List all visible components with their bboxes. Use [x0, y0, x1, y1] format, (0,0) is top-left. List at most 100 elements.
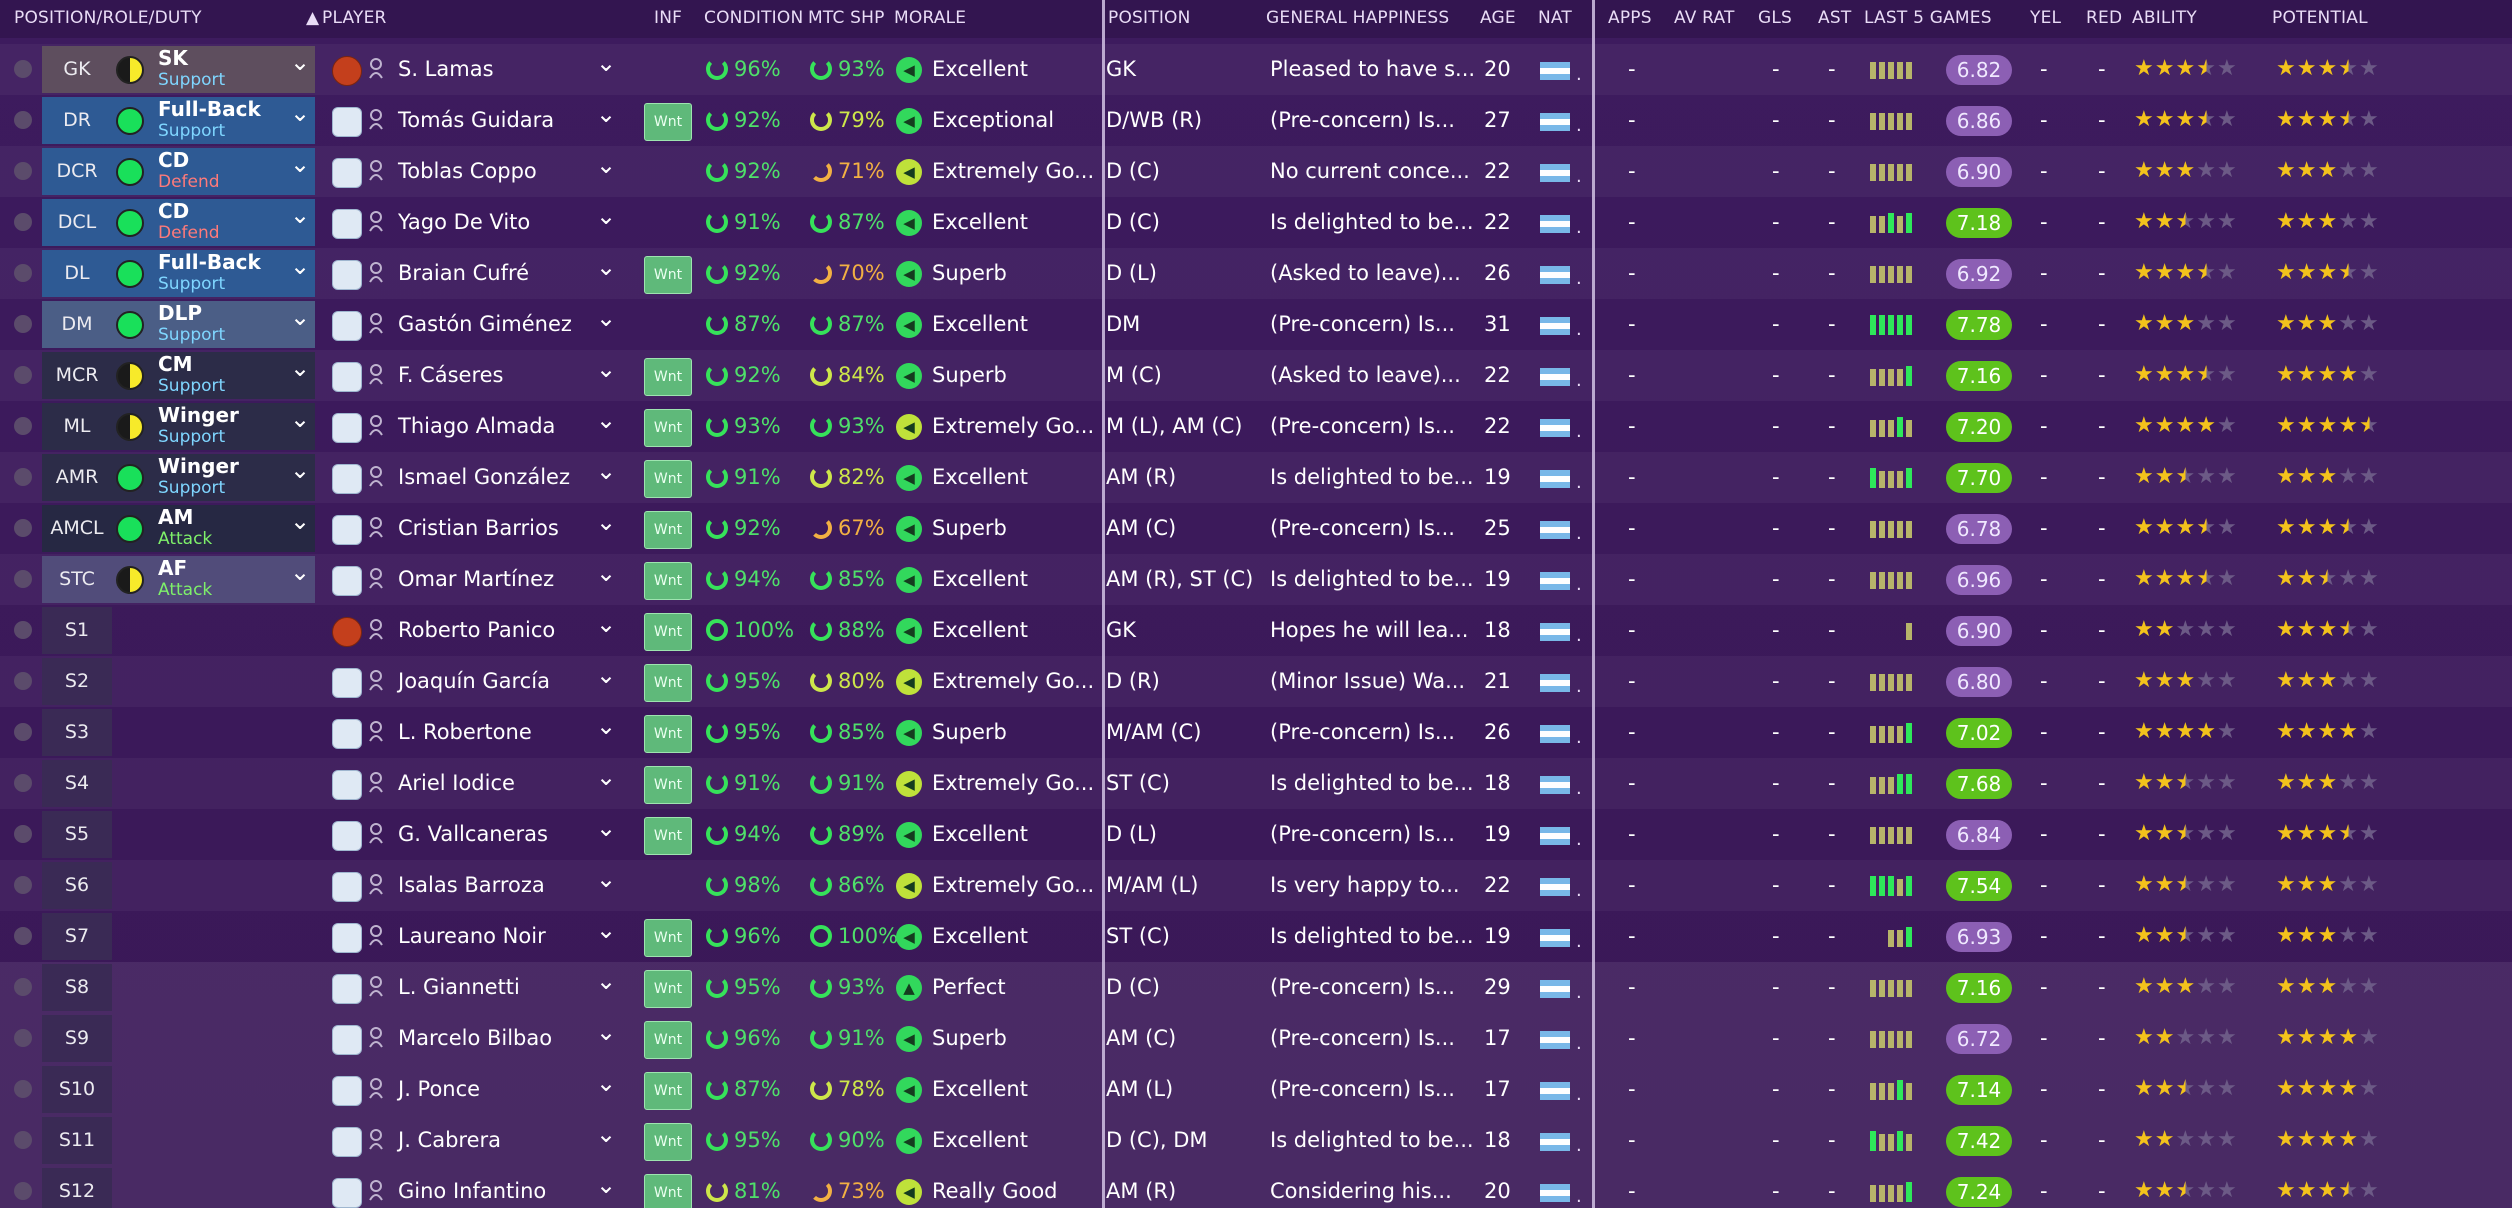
table-row[interactable]: S2 Joaquín García ⌄ Wnt 95% 80% ◀ Extremely Go.… [0, 656, 2512, 707]
table-row[interactable]: S7 Laureano Noir ⌄ Wnt 96% 100% ◀ Excellent ST (… [0, 911, 2512, 962]
player-name[interactable]: Gino Infantino [398, 1166, 546, 1208]
lock-icon[interactable] [14, 162, 32, 180]
player-name[interactable]: G. Vallcaneras [398, 809, 548, 860]
general-happiness[interactable]: (Asked to leave)... [1270, 248, 1461, 299]
chevron-down-icon[interactable]: ⌄ [290, 48, 310, 76]
table-row[interactable]: AMCL AM Attack ⌄ Cristian Barrios ⌄ Wnt 92% 67% ◀… [0, 503, 2512, 554]
table-row[interactable]: DM DLP Support ⌄ Gastón Giménez ⌄ 87% 87% ◀ Excel… [0, 299, 2512, 350]
chevron-down-icon[interactable]: ⌄ [596, 38, 616, 89]
chevron-down-icon[interactable]: ⌄ [290, 558, 310, 586]
player-name[interactable]: Tomás Guidara [398, 95, 554, 146]
table-row[interactable]: S1 Roberto Panico ⌄ Wnt 100% 88% ◀ Excellent GK H… [0, 605, 2512, 656]
position-cell[interactable]: S2 [42, 658, 112, 705]
col-inf[interactable]: INF [654, 8, 682, 28]
role-duty-selector[interactable] [112, 964, 315, 1011]
role-duty-selector[interactable] [112, 607, 315, 654]
chevron-down-icon[interactable]: ⌄ [290, 405, 310, 433]
general-happiness[interactable]: (Minor Issue) Wa... [1270, 656, 1465, 707]
table-row[interactable]: S10 J. Ponce ⌄ Wnt 87% 78% ◀ Excellent AM (L) (Pr… [0, 1064, 2512, 1115]
player-name[interactable]: Gastón Giménez [398, 299, 572, 350]
position-cell[interactable]: DL [42, 250, 112, 297]
role-duty-selector[interactable] [112, 913, 315, 960]
role-duty-selector[interactable] [112, 709, 315, 756]
position-cell[interactable]: S3 [42, 709, 112, 756]
chevron-down-icon[interactable]: ⌄ [290, 507, 310, 535]
lock-icon[interactable] [14, 570, 32, 588]
chevron-down-icon[interactable]: ⌄ [290, 99, 310, 127]
col-condition[interactable]: CONDITION [704, 8, 803, 28]
player-name[interactable]: Cristian Barrios [398, 503, 559, 554]
chevron-down-icon[interactable]: ⌄ [596, 650, 616, 701]
col-morale[interactable]: MORALE [894, 8, 966, 28]
position-cell[interactable]: S10 [42, 1066, 112, 1113]
role-duty-selector[interactable]: CM Support ⌄ [112, 352, 315, 399]
table-row[interactable]: DR Full-Back Support ⌄ Tomás Guidara ⌄ Wnt 92% 7… [0, 95, 2512, 146]
general-happiness[interactable]: (Asked to leave)... [1270, 350, 1461, 401]
general-happiness[interactable]: Is delighted to be... [1270, 197, 1474, 248]
position-cell[interactable]: DCL [42, 199, 112, 246]
chevron-down-icon[interactable]: ⌄ [596, 956, 616, 1007]
player-name[interactable]: F. Cáseres [398, 350, 503, 401]
player-name[interactable]: Marcelo Bilbao [398, 1013, 552, 1064]
chevron-down-icon[interactable]: ⌄ [596, 242, 616, 293]
chevron-down-icon[interactable]: ⌄ [290, 456, 310, 484]
general-happiness[interactable]: Pleased to have s... [1270, 44, 1475, 95]
table-row[interactable]: S5 G. Vallcaneras ⌄ Wnt 94% 89% ◀ Excellent D (L… [0, 809, 2512, 860]
chevron-down-icon[interactable]: ⌄ [596, 140, 616, 191]
role-duty-selector[interactable]: SK Support ⌄ [112, 46, 315, 93]
chevron-down-icon[interactable]: ⌄ [290, 201, 310, 229]
table-row[interactable]: STC AF Attack ⌄ Omar Martínez ⌄ Wnt 94% 85% ◀ Exce… [0, 554, 2512, 605]
role-duty-selector[interactable] [112, 1168, 315, 1208]
lock-icon[interactable] [14, 1182, 32, 1200]
lock-icon[interactable] [14, 978, 32, 996]
player-name[interactable]: Joaquín García [398, 656, 550, 707]
lock-icon[interactable] [14, 60, 32, 78]
role-duty-selector[interactable]: DLP Support ⌄ [112, 301, 315, 348]
chevron-down-icon[interactable]: ⌄ [290, 303, 310, 331]
player-name[interactable]: Braian Cufré [398, 248, 529, 299]
lock-icon[interactable] [14, 519, 32, 537]
chevron-down-icon[interactable]: ⌄ [596, 1058, 616, 1109]
table-row[interactable]: DCR CD Defend ⌄ Toblas Coppo ⌄ 92% 71% ◀ Extremel… [0, 146, 2512, 197]
chevron-down-icon[interactable]: ⌄ [596, 191, 616, 242]
general-happiness[interactable]: (Pre-concern) Is... [1270, 1013, 1455, 1064]
chevron-down-icon[interactable]: ⌄ [596, 548, 616, 599]
chevron-down-icon[interactable]: ⌄ [596, 701, 616, 752]
position-cell[interactable]: MCR [42, 352, 112, 399]
table-row[interactable]: DCL CD Defend ⌄ Yago De Vito ⌄ 91% 87% ◀ Excellen… [0, 197, 2512, 248]
role-duty-selector[interactable] [112, 1066, 315, 1113]
lock-icon[interactable] [14, 1131, 32, 1149]
col-player[interactable]: PLAYER [322, 8, 387, 28]
col-general-happiness[interactable]: GENERAL HAPPINESS [1266, 8, 1449, 28]
chevron-down-icon[interactable]: ⌄ [596, 752, 616, 803]
role-duty-selector[interactable] [112, 811, 315, 858]
position-cell[interactable]: S8 [42, 964, 112, 1011]
role-duty-selector[interactable]: AF Attack ⌄ [112, 556, 315, 603]
role-duty-selector[interactable] [112, 1015, 315, 1062]
table-row[interactable]: S11 J. Cabrera ⌄ Wnt 95% 90% ◀ Excellent D (C), … [0, 1115, 2512, 1166]
table-row[interactable]: S12 Gino Infantino ⌄ Wnt 81% 73% ◀ Really Good A… [0, 1166, 2512, 1208]
role-duty-selector[interactable]: CD Defend ⌄ [112, 148, 315, 195]
position-cell[interactable]: STC [42, 556, 112, 603]
position-cell[interactable]: DCR [42, 148, 112, 195]
lock-icon[interactable] [14, 315, 32, 333]
player-name[interactable]: Omar Martínez [398, 554, 554, 605]
col-age[interactable]: AGE [1480, 8, 1516, 28]
col-red[interactable]: RED [2086, 8, 2122, 28]
role-duty-selector[interactable]: Full-Back Support ⌄ [112, 97, 315, 144]
lock-icon[interactable] [14, 468, 32, 486]
player-name[interactable]: L. Giannetti [398, 962, 520, 1013]
col-av-rat[interactable]: AV RAT [1674, 8, 1735, 28]
general-happiness[interactable]: (Pre-concern) Is... [1270, 503, 1455, 554]
position-cell[interactable]: DM [42, 301, 112, 348]
role-duty-selector[interactable]: AM Attack ⌄ [112, 505, 315, 552]
col-potential[interactable]: POTENTIAL [2272, 8, 2368, 28]
general-happiness[interactable]: Is delighted to be... [1270, 758, 1474, 809]
lock-icon[interactable] [14, 825, 32, 843]
general-happiness[interactable]: Is very happy to... [1270, 860, 1460, 911]
position-cell[interactable]: S6 [42, 862, 112, 909]
player-name[interactable]: Yago De Vito [398, 197, 530, 248]
table-row[interactable]: MCR CM Support ⌄ F. Cáseres ⌄ Wnt 92% 84% ◀ Superb… [0, 350, 2512, 401]
lock-icon[interactable] [14, 213, 32, 231]
chevron-down-icon[interactable]: ⌄ [596, 1160, 616, 1208]
